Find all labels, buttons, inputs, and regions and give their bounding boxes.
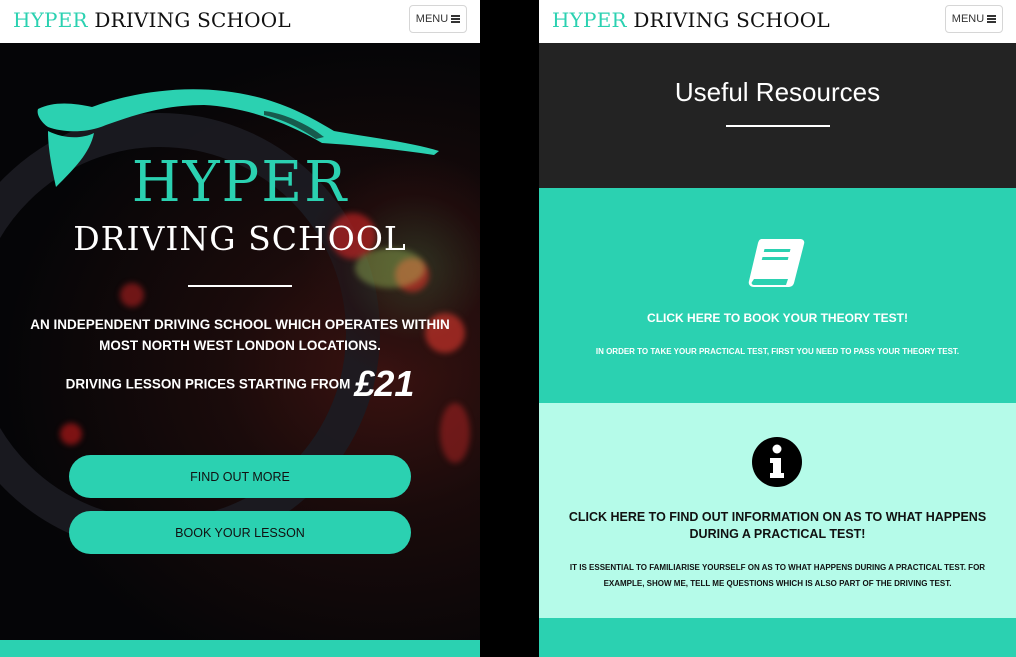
theory-test-card[interactable]: CLICK HERE TO BOOK YOUR THEORY TEST! IN … (539, 188, 1016, 403)
page-title: Useful Resources (674, 77, 881, 107)
next-card-strip (539, 618, 1016, 657)
hero-divider (188, 285, 292, 287)
brand-rest: DRIVING SCHOOL (626, 8, 830, 32)
menu-label: MENU (415, 13, 449, 25)
title-divider (726, 125, 830, 127)
practical-test-link[interactable]: CLICK HERE TO FIND OUT INFORMATION ON AS… (559, 509, 996, 543)
next-section-strip (0, 640, 480, 657)
resources-header: Useful Resources (539, 43, 1016, 188)
info-icon (752, 437, 802, 487)
practical-test-card[interactable]: CLICK HERE TO FIND OUT INFORMATION ON AS… (539, 403, 1016, 618)
brand-logo[interactable]: HYPER DRIVING SCHOOL (552, 8, 830, 32)
brand-hyper: HYPER (552, 8, 627, 32)
theory-test-description: IN ORDER TO TAKE YOUR PRACTICAL TEST, FI… (595, 347, 960, 356)
menu-button[interactable]: MENU (409, 5, 467, 33)
theory-test-link[interactable]: CLICK HERE TO BOOK YOUR THEORY TEST! (539, 311, 1016, 325)
price-label: DRIVING LESSON PRICES STARTING FROM (65, 376, 351, 392)
home-screen: HYPER DRIVING SCHOOL AN INDEPENDENT DRIV… (0, 0, 480, 657)
hamburger-icon (451, 15, 461, 23)
brand-rest: DRIVING SCHOOL (87, 8, 291, 32)
book-your-lesson-button[interactable]: BOOK YOUR LESSON (69, 511, 411, 554)
price-line: DRIVING LESSON PRICES STARTING FROM £21 (0, 363, 480, 405)
navbar: HYPER DRIVING SCHOOL MENU (539, 0, 1016, 43)
find-out-more-button[interactable]: FIND OUT MORE (69, 455, 411, 498)
bokeh-light (120, 283, 144, 307)
menu-button[interactable]: MENU (945, 5, 1003, 33)
brand-hyper: HYPER (13, 8, 88, 32)
brand-logo[interactable]: HYPER DRIVING SCHOOL (13, 8, 291, 32)
price-amount: £21 (354, 363, 415, 404)
logo-hyper-text: HYPER (131, 150, 349, 215)
menu-label: MENU (951, 13, 985, 25)
bokeh-light (440, 403, 470, 463)
practical-test-description: IT IS ESSENTIAL TO FAMILIARISE YOURSELF … (569, 563, 986, 588)
bokeh-light (60, 423, 82, 445)
hamburger-icon (987, 15, 997, 23)
resources-screen: HYPER DRIVING SCHOOL MENU Useful Resourc… (539, 0, 1016, 657)
book-icon (748, 239, 805, 287)
hero-tagline: AN INDEPENDENT DRIVING SCHOOL WHICH OPER… (30, 317, 450, 353)
hero-section: HYPER DRIVING SCHOOL AN INDEPENDENT DRIV… (0, 43, 480, 640)
logo-driving-school-text: DRIVING SCHOOL (73, 219, 407, 258)
navbar: HYPER DRIVING SCHOOL MENU (0, 0, 480, 43)
